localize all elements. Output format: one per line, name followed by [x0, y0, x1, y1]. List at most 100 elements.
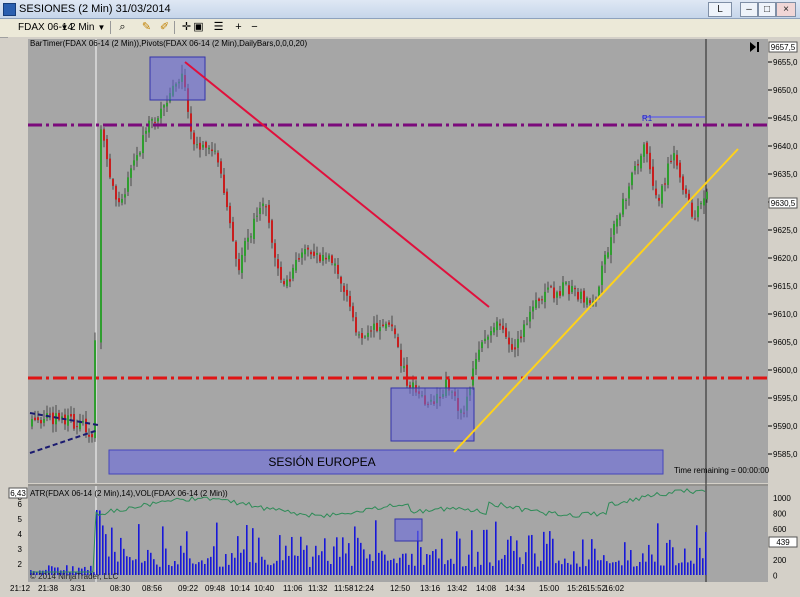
volume-bar — [192, 563, 194, 575]
maximize-icon[interactable]: □ — [758, 2, 776, 17]
volume-bar — [288, 555, 290, 575]
candle-body — [208, 147, 210, 150]
volume-bar — [165, 548, 167, 575]
volume-bar — [651, 554, 653, 575]
price-tick-label: 9620,0 — [773, 254, 798, 263]
data-box-icon[interactable]: ▣ — [192, 21, 205, 34]
volume-bar — [369, 554, 371, 575]
volume-bar — [291, 536, 293, 575]
atr-tick-label: 6 — [18, 500, 23, 509]
candle-body — [349, 296, 351, 307]
candle-body — [691, 202, 693, 217]
volume-bar — [363, 549, 365, 575]
volume-bar — [267, 564, 269, 575]
volume-bar — [135, 559, 137, 575]
plus-icon[interactable]: + — [232, 21, 245, 34]
volume-bar — [489, 562, 491, 575]
period-selector[interactable]: 2 Min — [70, 20, 94, 35]
candle-body — [142, 135, 144, 154]
volume-bar — [240, 552, 242, 575]
candle-body — [34, 417, 36, 421]
close-icon[interactable]: × — [776, 2, 796, 17]
price-chart[interactable]: BarTimer(FDAX 06-14 (2 Min)),Pivots(FDAX… — [8, 37, 800, 594]
volume-bar — [591, 539, 593, 575]
pencil-icon[interactable]: ✎ — [140, 21, 153, 34]
candle-body — [151, 119, 153, 121]
volume-bar — [180, 545, 182, 575]
candle-body — [487, 336, 489, 340]
volume-bar — [366, 558, 368, 575]
volume-value-tag: 439 — [776, 538, 790, 547]
candle-body — [565, 282, 567, 284]
volume-bar — [321, 551, 323, 575]
volume-bar — [501, 558, 503, 575]
volume-bar — [705, 532, 707, 575]
volume-bar — [159, 566, 161, 575]
volume-bar — [684, 548, 686, 575]
volume-bar — [243, 549, 245, 575]
candle-body — [397, 337, 399, 347]
volume-bar — [480, 564, 482, 575]
time-tick-label: 10:14 — [230, 584, 251, 593]
draw-tool-icon[interactable]: ✐ — [158, 21, 171, 34]
low-zone-box[interactable] — [390, 387, 475, 442]
volume-bar — [246, 525, 248, 575]
volume-bar — [549, 531, 551, 575]
candle-body — [292, 267, 294, 279]
volume-bar — [249, 562, 251, 575]
candle-body — [190, 113, 192, 132]
candle-body — [280, 266, 282, 280]
candle-body — [220, 161, 222, 174]
minimize-button[interactable]: L — [708, 2, 732, 17]
candle-body — [67, 415, 69, 426]
atr-zone-box[interactable] — [394, 518, 423, 542]
candle-body — [625, 199, 627, 201]
candle-body — [304, 249, 306, 255]
minimize-icon[interactable]: – — [740, 2, 758, 17]
volume-bar — [372, 560, 374, 575]
dropdown-arrow-icon[interactable]: ▼ — [95, 21, 108, 34]
candle-body — [640, 155, 642, 169]
candle-body — [601, 265, 603, 285]
candle-body — [361, 333, 363, 339]
volume-bar — [120, 537, 122, 575]
volume-bar — [588, 559, 590, 575]
candle-body — [196, 144, 198, 146]
properties-icon[interactable]: ☰ — [212, 21, 225, 34]
candle-body — [214, 150, 216, 152]
volume-bar — [255, 562, 257, 575]
time-tick-label: 15:26 — [567, 584, 588, 593]
volume-bar — [471, 530, 473, 575]
candle-body — [319, 254, 321, 262]
volume-bar — [210, 556, 212, 575]
volume-bar — [540, 560, 542, 575]
candle-body — [658, 197, 660, 201]
candle-body — [274, 243, 276, 258]
volume-bar — [264, 559, 266, 575]
volume-bar — [312, 556, 314, 575]
magnify-icon[interactable]: ⌕ — [116, 21, 129, 34]
time-tick-label: 12:24 — [354, 584, 375, 593]
candle-body — [310, 251, 312, 255]
candle-body — [538, 298, 540, 302]
volume-bar — [411, 553, 413, 575]
volume-bar — [345, 553, 347, 575]
volume-bar — [252, 528, 254, 575]
volume-bar — [504, 555, 506, 575]
volume-bar — [330, 564, 332, 575]
candle-body — [40, 419, 42, 424]
session-box[interactable] — [108, 449, 664, 475]
candle-body — [256, 215, 258, 217]
candle-body — [373, 323, 375, 330]
candle-body — [667, 163, 669, 185]
minus-icon[interactable]: − — [248, 21, 261, 34]
high-zone-box[interactable] — [149, 56, 206, 101]
candle-body — [262, 203, 264, 207]
volume-bar — [111, 527, 113, 575]
candle-body — [616, 218, 618, 227]
volume-bar — [696, 525, 698, 575]
candle-body — [238, 259, 240, 271]
volume-bar — [552, 538, 554, 575]
candle-body — [316, 253, 318, 255]
candle-body — [85, 418, 87, 433]
